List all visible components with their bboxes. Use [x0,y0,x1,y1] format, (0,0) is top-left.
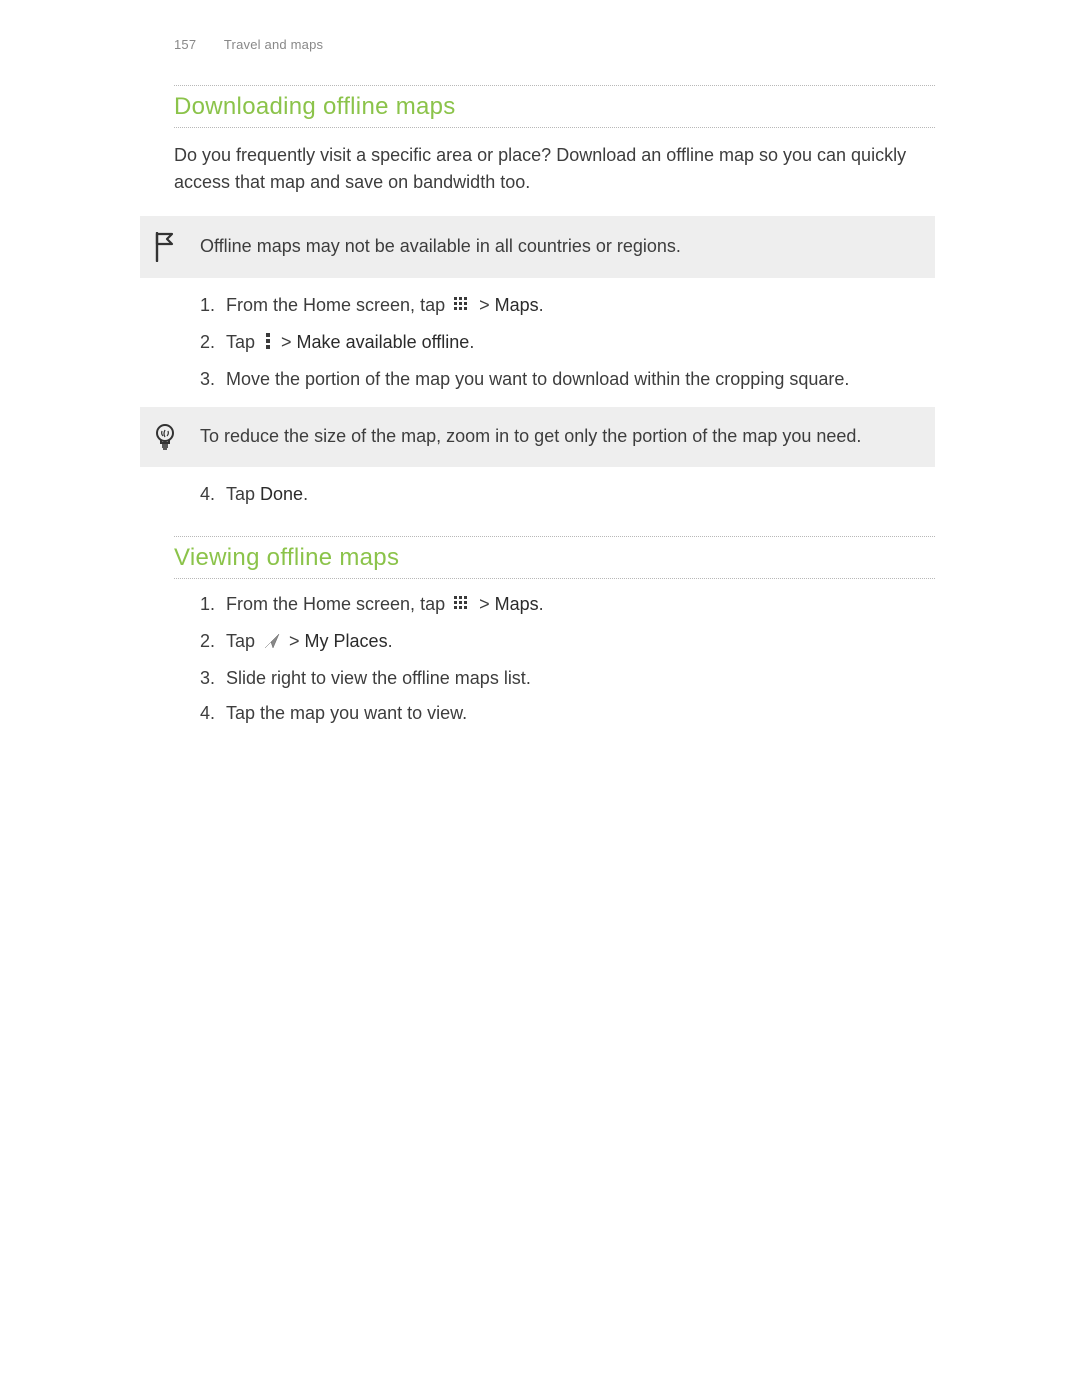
ordered-steps: From the Home screen, tap > Maps. Tap > … [174,591,935,727]
step-text: > [474,594,495,614]
step-text: . [303,484,308,504]
step-text: > [284,631,305,651]
apps-grid-icon [454,593,470,620]
step-text: > [474,295,495,315]
step-item: Move the portion of the map you want to … [220,366,935,393]
step-bold: Make available offline [297,332,470,352]
step-item: From the Home screen, tap > Maps. [220,591,935,620]
steps-block-b: Tap Done. [174,481,935,508]
step-text: Tap [226,631,260,651]
tip-callout: To reduce the size of the map, zoom in t… [140,407,935,467]
page: 157 Travel and maps Downloading offline … [0,0,1080,727]
page-header: 157 Travel and maps [0,35,1080,55]
step-item: Tap > Make available offline. [220,329,935,358]
step-text: Tap [226,332,260,352]
step-text: . [539,594,544,614]
flag-icon [144,232,186,262]
step-item: Tap Done. [220,481,935,508]
tip-callout-text: To reduce the size of the map, zoom in t… [200,423,915,450]
steps-block-a: From the Home screen, tap > Maps. Tap > … [174,292,935,393]
step-text: Tap [226,484,260,504]
step-text: From the Home screen, tap [226,295,450,315]
overflow-menu-icon [264,331,272,358]
ordered-steps: From the Home screen, tap > Maps. Tap > … [174,292,935,393]
flag-callout-text: Offline maps may not be available in all… [200,233,915,260]
section-downloading: Downloading offline maps Do you frequent… [174,85,935,196]
step-text: . [539,295,544,315]
title-rule: Downloading offline maps [174,85,935,128]
section-title: Viewing offline maps [174,537,935,578]
lightbulb-icon [144,423,186,451]
location-arrow-icon [264,630,280,657]
step-text: Slide right to view the offline maps lis… [226,668,531,688]
flag-callout: Offline maps may not be available in all… [140,216,935,278]
section-intro: Do you frequently visit a specific area … [174,142,935,196]
step-text: . [388,631,393,651]
section-viewing: Viewing offline maps From the Home scree… [174,536,935,727]
step-bold: Maps [495,295,539,315]
step-bold: My Places [305,631,388,651]
step-item: Slide right to view the offline maps lis… [220,665,935,692]
step-item: Tap the map you want to view. [220,700,935,727]
step-text: Tap the map you want to view. [226,703,467,723]
step-item: Tap > My Places. [220,628,935,657]
step-text: > [276,332,297,352]
step-text: From the Home screen, tap [226,594,450,614]
step-text: . [469,332,474,352]
section-title: Downloading offline maps [174,86,935,127]
step-text: Move the portion of the map you want to … [226,369,849,389]
header-section: Travel and maps [224,37,323,52]
title-rule: Viewing offline maps [174,536,935,579]
ordered-steps: Tap Done. [174,481,935,508]
step-bold: Maps [495,594,539,614]
step-bold: Done [260,484,303,504]
apps-grid-icon [454,294,470,321]
page-number: 157 [174,37,196,52]
step-item: From the Home screen, tap > Maps. [220,292,935,321]
